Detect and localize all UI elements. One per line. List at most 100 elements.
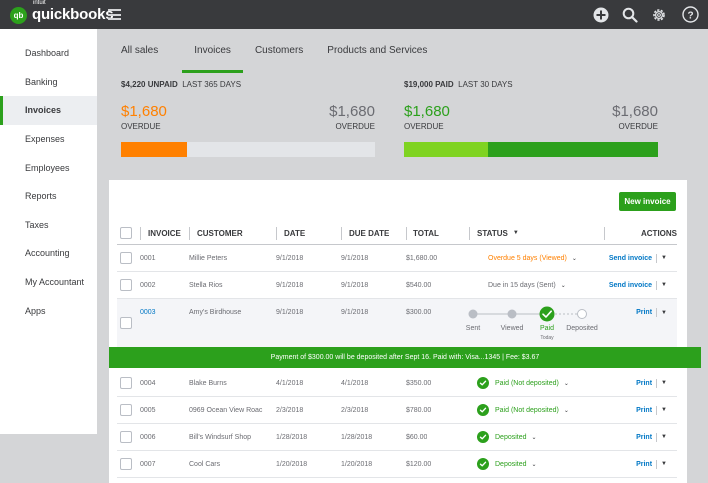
table-row[interactable]: 0007 Cool Cars 1/20/2018 1/20/2018 $120.00 De… [117,451,677,478]
row-action-link[interactable]: Send invoice [609,255,652,262]
paid-period: LAST 30 DAYS [458,80,513,89]
action-dropdown-icon[interactable]: ▼ [661,380,667,386]
status-dropdown[interactable]: Due in 15 days (Sent) ⌄ [488,272,566,298]
unpaid-bar[interactable] [121,142,375,157]
row-action-link[interactable]: Print [636,380,652,387]
table-row[interactable]: 0001 Millie Peters 9/1/2018 9/1/2018 $1,680.… [117,245,677,272]
unpaid-bar-overdue [121,142,188,157]
header-status-sort[interactable]: STATUS ▼ [477,222,519,244]
header-total[interactable]: TOTAL [413,222,439,244]
invoice-total: $540.00 [406,281,432,289]
unpaid-amount: $4,220 UNPAID [121,80,178,89]
sidebar-item-taxes[interactable]: Taxes [0,211,97,240]
action-dropdown-icon[interactable]: ▼ [661,407,667,413]
row-action-link[interactable]: Print [636,434,652,441]
row-action-link[interactable]: Print [636,407,652,414]
status-dropdown[interactable]: Deposited ⌄ [477,451,537,477]
paid-bar[interactable] [404,142,658,157]
tab-products-and-services[interactable]: Products and Services [327,45,427,67]
row-action-link[interactable]: Send invoice [609,282,652,289]
top-bar: qb intuit quickbooks ? [0,0,708,29]
row-checkbox[interactable] [120,317,132,329]
step-sent-label: Sent [465,325,481,332]
sidebar-item-expenses[interactable]: Expenses [0,125,97,154]
plus-icon[interactable] [592,6,610,24]
table-row[interactable]: 0002 Stella Rios 9/1/2018 9/1/2018 $540.00 Du… [117,272,677,299]
status-dropdown[interactable]: Paid (Not deposited) ⌄ [477,370,569,396]
table-row[interactable]: 0005 0969 Ocean View Roac 2/3/2018 2/3/2018… [117,397,677,424]
chevron-down-icon: ⌄ [563,380,569,387]
invoice-table-card: New invoice INVOICE CUSTOMER DATE DUE DA… [109,180,701,483]
main-content: All sales Invoices Customers Products an… [97,29,708,483]
status-dropdown[interactable]: Deposited ⌄ [477,424,537,450]
sidebar-item-dashboard[interactable]: Dashboard [0,39,97,68]
sidebar-item-accounting[interactable]: Accounting [0,239,97,268]
sidebar-item-banking[interactable]: Banking [0,68,97,97]
row-action-link[interactable]: Print [636,309,652,316]
row-checkbox[interactable] [120,377,132,389]
unpaid-overdue-value: $1,680 [121,103,167,120]
header-invoice[interactable]: INVOICE [148,222,181,244]
row-checkbox[interactable] [120,431,132,443]
action-dropdown-icon[interactable]: ▼ [661,434,667,440]
sidebar-item-apps[interactable]: Apps [0,296,97,325]
sidebar-item-reports[interactable]: Reports [0,182,97,211]
step-paid-dot [539,306,555,322]
header-customer[interactable]: CUSTOMER [197,222,243,244]
header-date[interactable]: DATE [284,222,305,244]
unpaid-bar-open [187,142,375,157]
tab-all-sales[interactable]: All sales [121,45,158,67]
new-invoice-button[interactable]: New invoice [619,192,676,211]
checkmark-icon [477,377,489,389]
sidebar-item-my-accountant[interactable]: My Accountant [0,268,97,297]
due-date: 4/1/2018 [341,379,369,387]
invoice-number[interactable]: 0003 [140,299,156,326]
action-dropdown-icon[interactable]: ▼ [661,282,667,288]
help-icon[interactable]: ? [681,6,699,24]
action-dropdown-icon[interactable]: ▼ [661,255,667,261]
paid-left-value: $1,680 [404,103,450,120]
gear-icon[interactable] [650,6,668,24]
tab-invoices[interactable]: Invoices [182,45,243,73]
table-row[interactable]: 0004 Blake Burns 4/1/2018 4/1/2018 $350.00 Pa… [117,370,677,397]
chevron-down-icon: ⌄ [531,434,537,441]
sidebar-item-invoices[interactable]: Invoices [0,96,97,125]
invoice-date: 1/20/2018 [276,460,308,468]
row-checkbox[interactable] [120,252,132,264]
action-dropdown-icon[interactable]: ▼ [661,461,667,467]
search-icon[interactable] [621,6,639,24]
paid-left-label: OVERDUE [404,122,444,131]
tab-bar: All sales Invoices Customers Products an… [121,45,451,73]
due-date: 9/1/2018 [341,309,369,316]
header-due-date[interactable]: DUE DATE [349,222,389,244]
customer-name: Cool Cars [189,460,221,468]
brand[interactable]: qb intuit quickbooks [10,0,114,25]
row-checkbox[interactable] [120,404,132,416]
tab-customers[interactable]: Customers [255,45,303,67]
invoice-total: $780.00 [406,406,432,414]
invoice-total: $300.00 [406,309,432,316]
table-row[interactable]: 0006 Bill's Windsurf Shop 1/28/2018 1/28/20… [117,424,677,451]
header-actions: ACTIONS [641,228,677,238]
status-text: Deposited [495,460,527,468]
select-all-checkbox[interactable] [120,227,132,239]
paid-bar-light [404,142,488,157]
status-dropdown[interactable]: Paid (Not deposited) ⌄ [477,397,569,423]
invoice-date: 4/1/2018 [276,379,304,387]
invoice-number: 0005 [140,406,156,414]
action-dropdown-icon[interactable]: ▼ [661,310,667,316]
unpaid-summary[interactable]: $4,220 UNPAID LAST 365 DAYS $1,680 OVERD… [121,80,375,137]
status-dropdown[interactable]: Overdue 5 days (Viewed) ⌄ [488,245,577,271]
table-row[interactable]: 0003 Amy's Birdhouse 9/1/2018 9/1/2018 $300.… [117,299,677,347]
row-action-link[interactable]: Print [636,461,652,468]
invoice-table: INVOICE CUSTOMER DATE DUE DATE TOTAL STA… [109,222,701,478]
row-checkbox[interactable] [120,279,132,291]
invoice-number: 0004 [140,379,156,387]
paid-amount: $19,000 PAID [404,80,454,89]
paid-summary[interactable]: $19,000 PAID LAST 30 DAYS $1,680 OVERDUE… [404,80,658,137]
row-checkbox[interactable] [120,458,132,470]
hamburger-menu-icon[interactable] [108,9,121,20]
chevron-down-icon: ⌄ [531,461,537,468]
sidebar-item-employees[interactable]: Employees [0,153,97,182]
invoice-total: $60.00 [406,433,428,441]
